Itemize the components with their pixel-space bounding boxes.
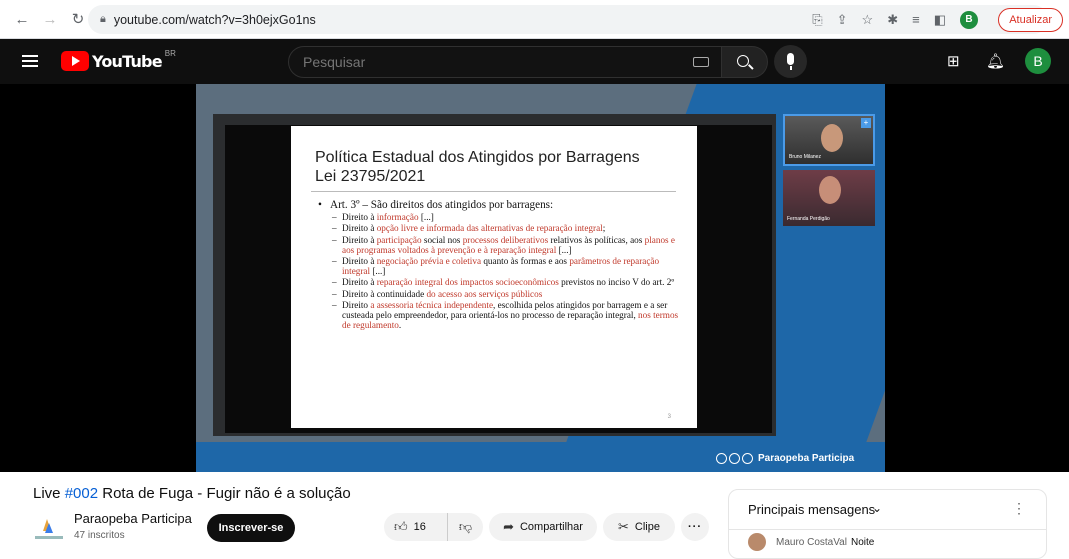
slide-item: Direito a assessoria técnica independent… <box>318 300 688 331</box>
facebook-icon <box>729 453 740 464</box>
like-button[interactable]: 👍︎ 16 <box>384 513 448 541</box>
participant-name: Bruno Milanez <box>789 154 821 160</box>
share-icon: ➦ <box>503 519 514 534</box>
account-avatar[interactable]: B <box>1025 48 1051 74</box>
live-chat: Principais mensagens ⌄ ⋮ Mauro CostaVal … <box>728 489 1047 559</box>
slide-item: Direito à continuidade do acesso aos ser… <box>318 289 688 299</box>
chat-author-avatar <box>748 533 766 551</box>
address-bar-actions: ⎘ ⇪ ☆ ✱ ≡ ◧ B <box>812 5 978 34</box>
slide-item: Direito à informação [...] <box>318 212 688 222</box>
youtube-header: YouTube BR ⊞ 🔔︎ B <box>0 39 1069 84</box>
microphone-icon <box>787 53 794 70</box>
clip-button[interactable]: ✂ Clipe <box>603 513 675 541</box>
search-icon <box>737 55 749 67</box>
slide-item: Direito à participação social nos proces… <box>318 235 688 255</box>
chat-message-text: Noite <box>850 536 875 548</box>
plus-icon: + <box>861 118 871 128</box>
slide-title: Política Estadual dos Atingidos por Barr… <box>315 149 640 185</box>
watermark-text: Paraopeba Participa <box>758 453 855 464</box>
channel-avatar[interactable] <box>33 515 65 543</box>
chat-header: Principais mensagens ⌄ ⋮ <box>729 490 1046 530</box>
thumbs-up-icon: 👍︎ <box>394 519 408 534</box>
youtube-logo[interactable]: YouTube BR <box>61 48 176 71</box>
hashtag-link[interactable]: #002 <box>65 485 98 502</box>
youtube-icon <box>716 453 727 464</box>
instagram-icon <box>742 453 753 464</box>
browser-toolbar: ← → ↻ 🔒︎ youtube.com/watch?v=3h0ejxGo1ns… <box>0 0 1069 39</box>
chat-author-name[interactable]: Mauro CostaVal <box>776 537 847 548</box>
url-text[interactable]: youtube.com/watch?v=3h0ejxGo1ns <box>114 13 316 27</box>
reading-list-icon[interactable]: ≡ <box>912 12 920 27</box>
video-player[interactable]: Política Estadual dos Atingidos por Barr… <box>0 84 1069 472</box>
youtube-play-logo-icon <box>61 51 89 71</box>
subscriber-count: 47 inscritos <box>74 530 125 541</box>
notifications-bell-icon[interactable]: 🔔︎ <box>986 52 1005 70</box>
update-button[interactable]: Atualizar <box>998 8 1063 32</box>
search-box <box>288 46 722 78</box>
participant-camera: + Bruno Milanez <box>783 114 875 166</box>
reload-icon[interactable]: ↻ <box>66 7 90 31</box>
bookmark-star-icon[interactable]: ☆ <box>862 12 874 28</box>
browser-profile-avatar[interactable]: B <box>960 10 978 29</box>
search-button[interactable] <box>721 46 768 78</box>
channel-name[interactable]: Paraopeba Participa <box>74 511 192 526</box>
subscribe-button[interactable]: Inscrever-se <box>207 514 295 542</box>
share-page-icon[interactable]: ⇪ <box>837 12 848 28</box>
more-actions-button[interactable]: ··· <box>681 513 709 541</box>
video-frame: Política Estadual dos Atingidos por Barr… <box>196 84 885 472</box>
chat-message: Mauro CostaVal Noite <box>748 533 874 551</box>
slide-item: Direito à negociação prévia e coletiva q… <box>318 256 688 276</box>
video-title: Live #002 Rota de Fuga - Fugir não é a s… <box>33 485 351 502</box>
create-video-icon[interactable]: ⊞ <box>947 52 960 70</box>
logo-text: YouTube <box>92 51 163 71</box>
lock-icon: 🔒︎ <box>100 13 106 25</box>
extensions-icon[interactable]: ✱ <box>887 12 898 28</box>
share-button[interactable]: ➦ Compartilhar <box>489 513 597 541</box>
slide-article: Art. 3º – São direitos dos atingidos por… <box>318 199 688 210</box>
like-count: 16 <box>413 521 426 533</box>
presentation-slide: Política Estadual dos Atingidos por Barr… <box>291 126 697 428</box>
slide-item: Direito à opção livre e informada das al… <box>318 223 688 233</box>
slide-body: Art. 3º – São direitos dos atingidos por… <box>318 199 688 331</box>
more-options-icon[interactable]: ⋮ <box>1012 500 1026 517</box>
slide-page-number: 3 <box>667 414 671 420</box>
participant-name: Fernanda Perdigão <box>787 216 830 222</box>
side-panel-icon[interactable]: ◧ <box>934 12 946 28</box>
voice-search-button[interactable] <box>774 45 807 78</box>
address-bar[interactable]: 🔒︎ youtube.com/watch?v=3h0ejxGo1ns ⎘ ⇪ ☆… <box>88 5 1048 34</box>
chevron-down-icon[interactable]: ⌄ <box>872 501 882 515</box>
slide-item: Direito à reparação integral dos impacto… <box>318 277 688 287</box>
thumbs-down-icon: 👎︎ <box>458 519 473 534</box>
participant-camera: Fernanda Perdigão <box>783 170 875 226</box>
install-icon[interactable]: ⎘ <box>812 12 822 28</box>
video-watermark: Paraopeba Participa <box>716 453 854 464</box>
menu-icon[interactable] <box>22 52 38 70</box>
like-dislike-group: 👍︎ 16 👎︎ <box>384 513 483 541</box>
back-icon[interactable]: ← <box>10 7 34 31</box>
scissors-icon: ✂ <box>618 519 629 534</box>
chat-mode-selector[interactable]: Principais mensagens <box>748 502 875 517</box>
region-code: BR <box>164 48 176 58</box>
dislike-button[interactable]: 👎︎ <box>448 519 483 535</box>
search-input[interactable] <box>303 47 683 77</box>
forward-icon[interactable]: → <box>38 7 62 31</box>
keyboard-icon[interactable] <box>693 57 709 67</box>
